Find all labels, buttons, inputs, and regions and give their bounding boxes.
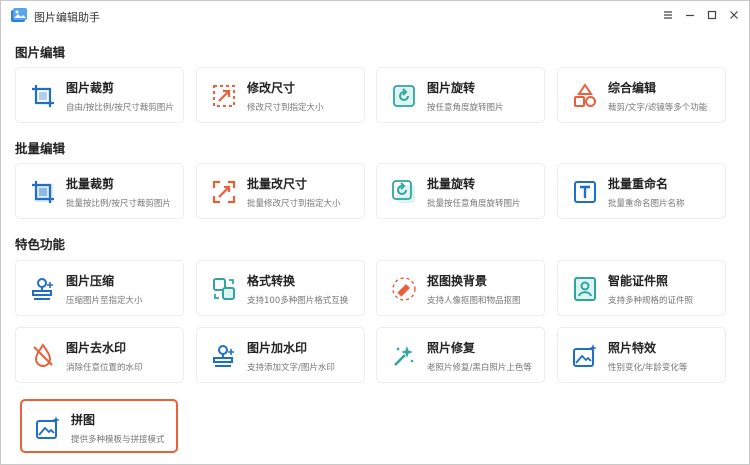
app-window: 图片编辑助手 图片编辑 图片裁剪 自由/按比例/按尺寸裁剪图片 修改尺寸 修改尺… (0, 0, 750, 465)
card-title: 批量旋转 (427, 177, 476, 191)
image-sparkle-icon (572, 343, 598, 369)
card-description: 批量重命名图片名称 (608, 199, 685, 209)
rename-icon (572, 179, 598, 205)
card-rotate[interactable]: 图片旋转 按任意角度旋转图片 (376, 67, 545, 123)
card-collage[interactable]: 拼图 提供多种模板与拼接模式 (20, 399, 178, 453)
card-description: 自由/按比例/按尺寸裁剪图片 (66, 103, 174, 113)
card-resize[interactable]: 修改尺寸 修改尺寸到指定大小 (196, 67, 365, 123)
card-description: 修改尺寸到指定大小 (247, 103, 324, 113)
drop-icon (30, 343, 56, 369)
menu-icon[interactable] (659, 5, 677, 25)
card-title: 批量重命名 (608, 177, 669, 191)
maximize-icon[interactable] (703, 5, 721, 25)
card-description: 支持多种规格的证件照 (608, 296, 694, 306)
card-description: 支持100多种图片格式互换 (247, 296, 349, 306)
card-description: 支持人像抠图和物品抠图 (427, 296, 521, 306)
convert-icon (211, 276, 237, 302)
section-title-image-edit: 图片编辑 (15, 45, 66, 60)
eraser-icon (391, 276, 417, 302)
card-title: 图片去水印 (66, 341, 127, 355)
card-description: 按任意角度旋转图片 (427, 103, 504, 113)
card-batch-rotate[interactable]: 批量旋转 批量按任意角度旋转图片 (376, 163, 545, 219)
card-title: 批量裁剪 (66, 177, 115, 191)
rotate-icon (391, 83, 417, 109)
app-logo-icon (10, 7, 28, 25)
card-title: 图片裁剪 (66, 81, 115, 95)
watermark-icon (211, 343, 237, 369)
card-combined-edit[interactable]: 综合编辑 裁剪/文字/滤镜等多个功能 (557, 67, 726, 123)
card-batch-resize[interactable]: 批量改尺寸 批量修改尺寸到指定大小 (196, 163, 365, 219)
magic-wand-icon (391, 343, 417, 369)
card-title: 综合编辑 (608, 81, 657, 95)
window-title: 图片编辑助手 (34, 11, 100, 24)
card-description: 支持添加文字/图片水印 (247, 363, 335, 373)
id-photo-icon (572, 276, 598, 302)
card-photo-effects[interactable]: 照片特效 性别变化/年龄变化等 (557, 327, 726, 383)
card-title: 智能证件照 (608, 274, 669, 288)
card-description: 批量按任意角度旋转图片 (427, 199, 521, 209)
card-description: 批量修改尺寸到指定大小 (247, 199, 341, 209)
card-description: 裁剪/文字/滤镜等多个功能 (608, 103, 708, 113)
window-controls (659, 5, 743, 25)
section-title-special-features: 特色功能 (15, 237, 66, 252)
card-title: 图片压缩 (66, 274, 115, 288)
card-description: 性别变化/年龄变化等 (608, 363, 688, 373)
batch-crop-icon (30, 179, 56, 205)
card-format-convert[interactable]: 格式转换 支持100多种图片格式互换 (196, 260, 365, 316)
card-photo-repair[interactable]: 照片修复 老照片修复/黑白照片上色等 (376, 327, 545, 383)
batch-resize-icon (211, 179, 237, 205)
crop-icon (30, 83, 56, 109)
card-title: 图片加水印 (247, 341, 308, 355)
title-bar: 图片编辑助手 (1, 1, 749, 31)
card-batch-rename[interactable]: 批量重命名 批量重命名图片名称 (557, 163, 726, 219)
card-image-crop[interactable]: 图片裁剪 自由/按比例/按尺寸裁剪图片 (15, 67, 184, 123)
section-title-batch-edit: 批量编辑 (15, 141, 66, 156)
card-description: 老照片修复/黑白照片上色等 (427, 363, 532, 373)
resize-icon (211, 83, 237, 109)
card-cutout-background[interactable]: 抠图换背景 支持人像抠图和物品抠图 (376, 260, 545, 316)
card-remove-watermark[interactable]: 图片去水印 消除任意位置的水印 (15, 327, 184, 383)
card-description: 消除任意位置的水印 (66, 363, 143, 373)
shapes-icon (572, 83, 598, 109)
card-title: 抠图换背景 (427, 274, 488, 288)
card-title: 照片特效 (608, 341, 657, 355)
card-title: 修改尺寸 (247, 81, 296, 95)
stamp-icon (30, 276, 56, 302)
card-title: 格式转换 (247, 274, 296, 288)
card-description: 压缩图片至指定大小 (66, 296, 143, 306)
card-description: 提供多种模板与拼接模式 (71, 435, 165, 445)
card-batch-crop[interactable]: 批量裁剪 批量按比例/按尺寸裁剪图片 (15, 163, 184, 219)
close-icon[interactable] (725, 5, 743, 25)
card-title: 拼图 (71, 413, 96, 427)
card-add-watermark[interactable]: 图片加水印 支持添加文字/图片水印 (196, 327, 365, 383)
card-title: 图片旋转 (427, 81, 476, 95)
card-compress[interactable]: 图片压缩 压缩图片至指定大小 (15, 260, 184, 316)
minimize-icon[interactable] (681, 5, 699, 25)
card-title: 照片修复 (427, 341, 476, 355)
batch-rotate-icon (391, 179, 417, 205)
card-title: 批量改尺寸 (247, 177, 308, 191)
collage-icon (35, 415, 61, 441)
card-id-photo[interactable]: 智能证件照 支持多种规格的证件照 (557, 260, 726, 316)
card-description: 批量按比例/按尺寸裁剪图片 (66, 199, 171, 209)
